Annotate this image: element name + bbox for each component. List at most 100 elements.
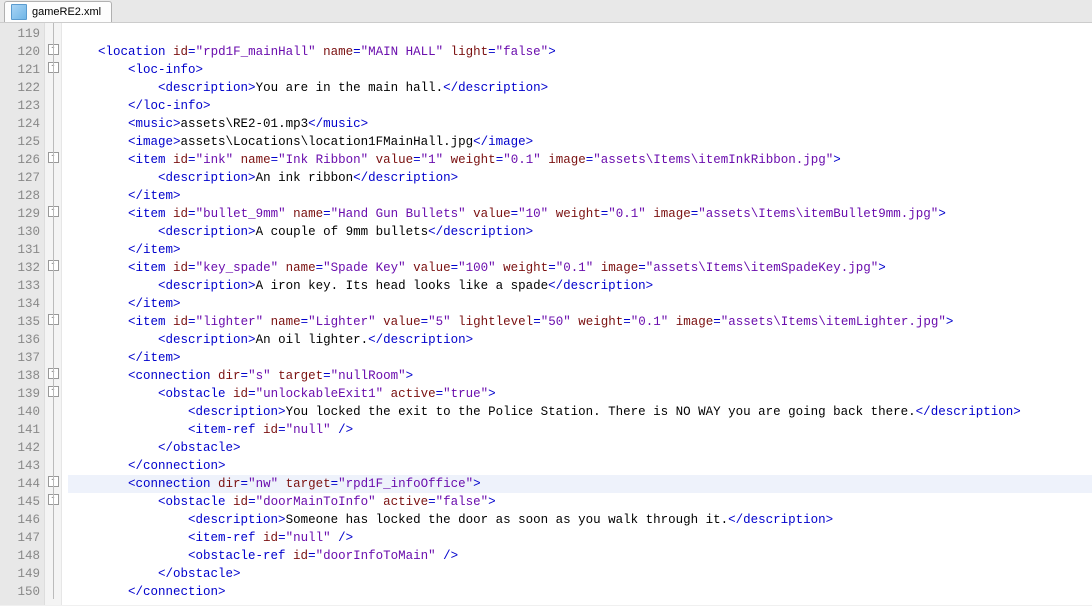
code-line[interactable]: <connection dir="nw" target="rpd1F_infoO… xyxy=(68,475,1092,493)
token-br: = xyxy=(548,261,556,275)
token-st: "nw" xyxy=(248,477,278,491)
token-at: id xyxy=(226,495,249,509)
fold-cell[interactable]: - xyxy=(45,59,61,77)
code-line[interactable]: <obstacle id="doorMainToInfo" active="fa… xyxy=(68,493,1092,511)
code-line[interactable]: <item id="lighter" name="Lighter" value=… xyxy=(68,313,1092,331)
line-number-gutter: 1191201211221231241251261271281291301311… xyxy=(0,23,45,605)
code-line[interactable]: <description>Someone has locked the door… xyxy=(68,511,1092,529)
token-br: > xyxy=(278,405,286,419)
token-br: = xyxy=(301,315,309,329)
code-line[interactable] xyxy=(68,25,1092,43)
code-line[interactable]: </connection> xyxy=(68,583,1092,601)
file-tab[interactable]: gameRE2.xml xyxy=(4,1,112,22)
token-br: = xyxy=(488,45,496,59)
fold-cell[interactable]: - xyxy=(45,203,61,221)
line-number: 123 xyxy=(6,97,40,115)
token-br: < xyxy=(68,135,136,149)
code-line[interactable]: <item id="ink" name="Ink Ribbon" value="… xyxy=(68,151,1092,169)
fold-cell[interactable]: - xyxy=(45,365,61,383)
token-at: id xyxy=(166,153,189,167)
token-tg: item xyxy=(143,351,173,365)
token-tx: Someone has locked the door as soon as y… xyxy=(286,513,729,527)
token-tg: connection xyxy=(143,585,218,599)
line-number: 137 xyxy=(6,349,40,367)
token-at: id xyxy=(226,387,249,401)
code-line[interactable]: <item id="bullet_9mm" name="Hand Gun Bul… xyxy=(68,205,1092,223)
code-line[interactable]: </connection> xyxy=(68,457,1092,475)
token-at: id xyxy=(256,423,279,437)
code-line[interactable]: <connection dir="s" target="nullRoom"> xyxy=(68,367,1092,385)
code-line[interactable]: <item-ref id="null" /> xyxy=(68,529,1092,547)
code-line[interactable]: </loc-info> xyxy=(68,97,1092,115)
token-at: id xyxy=(166,315,189,329)
token-br: = xyxy=(188,45,196,59)
token-br: </ xyxy=(68,441,173,455)
code-line[interactable]: <item-ref id="null" /> xyxy=(68,421,1092,439)
line-number: 149 xyxy=(6,565,40,583)
fold-cell[interactable]: - xyxy=(45,257,61,275)
code-area[interactable]: <location id="rpd1F_mainHall" name="MAIN… xyxy=(62,23,1092,605)
token-tx: You are in the main hall. xyxy=(256,81,444,95)
token-br: </ xyxy=(68,189,143,203)
fold-cell xyxy=(45,167,61,185)
token-st: "true" xyxy=(443,387,488,401)
code-line[interactable]: </obstacle> xyxy=(68,439,1092,457)
token-at: value xyxy=(376,315,421,329)
code-editor[interactable]: 1191201211221231241251261271281291301311… xyxy=(0,23,1092,605)
fold-cell[interactable]: - xyxy=(45,383,61,401)
code-line[interactable]: </obstacle> xyxy=(68,565,1092,583)
code-line[interactable]: <description>You are in the main hall.</… xyxy=(68,79,1092,97)
token-br: < xyxy=(68,45,106,59)
token-tg: description xyxy=(196,405,279,419)
fold-cell xyxy=(45,329,61,347)
token-tg: obstacle xyxy=(166,495,226,509)
token-br: </ xyxy=(68,351,143,365)
fold-cell[interactable]: - xyxy=(45,149,61,167)
token-br: </ xyxy=(728,513,743,527)
token-st: "ink" xyxy=(196,153,234,167)
token-tg: description xyxy=(166,81,249,95)
token-at: image xyxy=(646,207,691,221)
token-br: < xyxy=(68,549,196,563)
code-line[interactable]: <obstacle id="unlockableExit1" active="t… xyxy=(68,385,1092,403)
code-line[interactable]: <description>You locked the exit to the … xyxy=(68,403,1092,421)
line-number: 144 xyxy=(6,475,40,493)
fold-cell xyxy=(45,527,61,545)
line-number: 134 xyxy=(6,295,40,313)
fold-cell[interactable]: - xyxy=(45,41,61,59)
fold-cell[interactable]: - xyxy=(45,473,61,491)
token-at: dir xyxy=(211,369,241,383)
fold-cell[interactable]: - xyxy=(45,491,61,509)
token-at: target xyxy=(278,477,331,491)
code-line[interactable]: </item> xyxy=(68,187,1092,205)
code-line[interactable]: <music>assets\RE2-01.mp3</music> xyxy=(68,115,1092,133)
fold-cell xyxy=(45,347,61,365)
token-tg: loc-info xyxy=(143,99,203,113)
code-line[interactable]: <location id="rpd1F_mainHall" name="MAIN… xyxy=(68,43,1092,61)
token-tg: obstacle xyxy=(166,387,226,401)
token-br: < xyxy=(68,117,136,131)
code-line[interactable]: </item> xyxy=(68,349,1092,367)
code-line[interactable]: <description>An ink ribbon</description> xyxy=(68,169,1092,187)
code-line[interactable]: <loc-info> xyxy=(68,61,1092,79)
line-number: 122 xyxy=(6,79,40,97)
token-br: = xyxy=(713,315,721,329)
fold-cell[interactable]: - xyxy=(45,311,61,329)
code-line[interactable]: <description>A iron key. Its head looks … xyxy=(68,277,1092,295)
token-br: = xyxy=(278,531,286,545)
code-line[interactable]: <image>assets\Locations\location1FMainHa… xyxy=(68,133,1092,151)
code-line[interactable]: <obstacle-ref id="doorInfoToMain" /> xyxy=(68,547,1092,565)
token-br: < xyxy=(68,477,136,491)
token-br: > xyxy=(173,297,181,311)
token-br: = xyxy=(278,423,286,437)
token-st: "null" xyxy=(286,531,331,545)
code-line[interactable]: <item id="key_spade" name="Spade Key" va… xyxy=(68,259,1092,277)
token-br: </ xyxy=(473,135,488,149)
code-line[interactable]: <description>An oil lighter.</descriptio… xyxy=(68,331,1092,349)
code-line[interactable]: </item> xyxy=(68,295,1092,313)
token-br: < xyxy=(68,513,196,527)
code-line[interactable]: </item> xyxy=(68,241,1092,259)
token-tg: description xyxy=(743,513,826,527)
token-br: = xyxy=(188,207,196,221)
code-line[interactable]: <description>A couple of 9mm bullets</de… xyxy=(68,223,1092,241)
